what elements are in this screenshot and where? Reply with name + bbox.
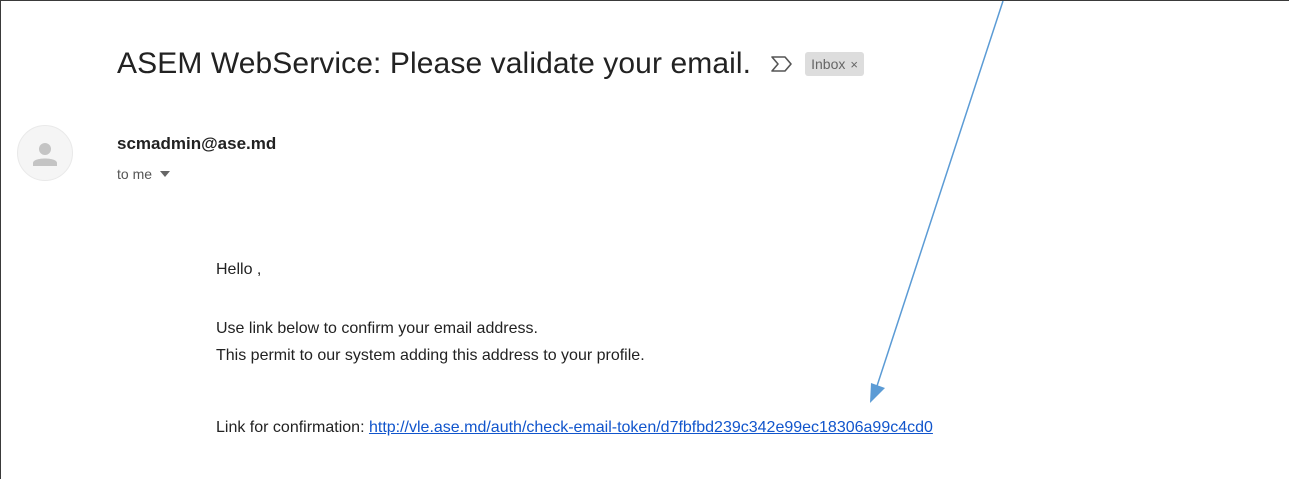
annotation-arrow-head (870, 383, 885, 403)
sender-address[interactable]: scmadmin@ase.md (117, 134, 276, 154)
body-line-1: Use link below to confirm your email add… (216, 320, 538, 337)
body-line-2: This permit to our system adding this ad… (216, 347, 645, 364)
sender-avatar[interactable] (17, 125, 73, 181)
greeting-text: Hello , (216, 261, 262, 278)
chevron-down-icon[interactable] (160, 171, 171, 177)
remove-label-icon[interactable]: × (850, 57, 858, 72)
subject-row: ASEM WebService: Please validate your em… (117, 39, 864, 89)
confirmation-line: Link for confirmation: http://vle.ase.md… (216, 419, 933, 437)
inbox-label-chip: Inbox × (805, 52, 864, 76)
inbox-label-text: Inbox (811, 56, 846, 72)
link-prefix: Link for confirmation: (216, 419, 365, 436)
person-avatar-icon (39, 143, 51, 155)
recipients-label: to me (117, 166, 153, 182)
email-view: ASEM WebService: Please validate your em… (0, 0, 1289, 479)
annotation-arrow-line (876, 1, 1004, 387)
important-marker-icon[interactable] (769, 54, 795, 74)
email-subject: ASEM WebService: Please validate your em… (117, 47, 752, 80)
confirmation-link[interactable]: http://vle.ase.md/auth/check-email-token… (369, 419, 933, 436)
recipients-toggle[interactable]: to me (117, 166, 171, 182)
